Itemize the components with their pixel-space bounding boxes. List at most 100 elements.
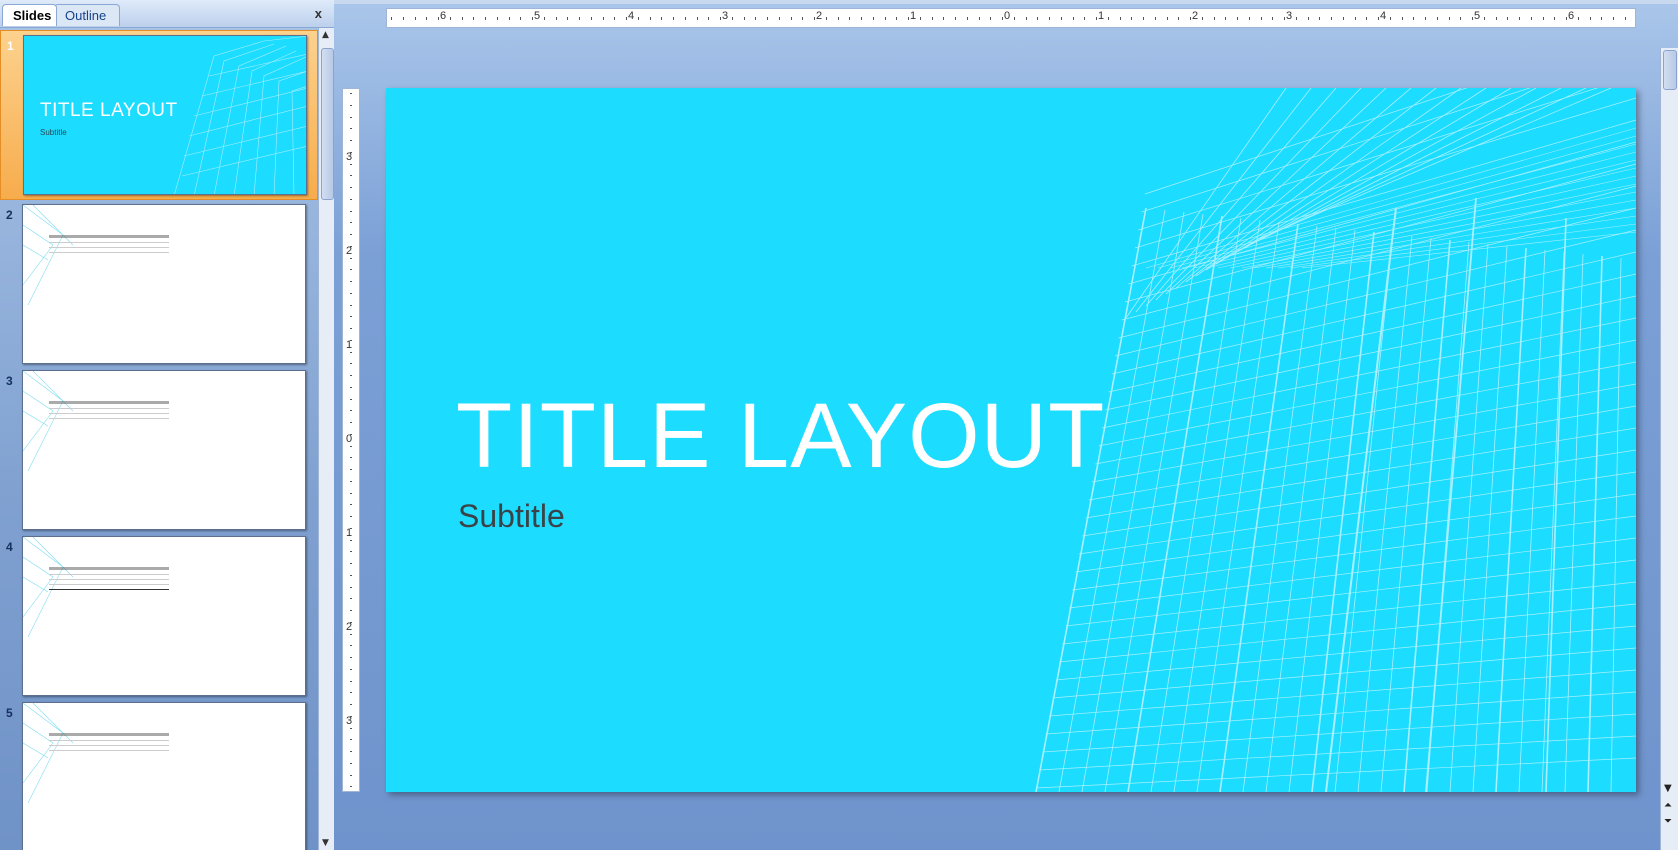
slide-number: 5 (6, 706, 13, 720)
ruler-tick (350, 762, 352, 764)
ruler-tick (350, 433, 352, 435)
scrollbar-thumb[interactable] (1663, 50, 1677, 90)
previous-slide-icon[interactable]: ⏶ (1664, 800, 1672, 811)
thumbnail-scrollbar[interactable]: ▲ ▼ (318, 28, 334, 850)
table-preview (49, 401, 169, 419)
ruler-tick (1237, 17, 1238, 20)
ruler-tick (350, 786, 352, 788)
ruler-tick (350, 610, 352, 611)
ruler-tick (579, 17, 580, 20)
tab-outline[interactable]: Outline (54, 4, 120, 26)
ruler-tick (350, 704, 352, 705)
slide-thumbnail-5[interactable]: 5 (0, 698, 318, 850)
ruler-tick (1002, 17, 1003, 20)
ruler-tick (1401, 17, 1403, 20)
ruler-tick (449, 17, 451, 20)
slide-subtitle[interactable]: Subtitle (458, 498, 565, 535)
horizontal-ruler[interactable]: 6 5 4 3 2 1 0 1 2 3 4 5 6 (386, 8, 1636, 28)
next-slide-icon[interactable]: ⏷ (1664, 816, 1672, 827)
slide-scrollbar[interactable]: ▼ ⏶ ⏷ (1660, 48, 1678, 850)
ruler-tick (943, 17, 945, 20)
vertical-ruler[interactable]: 3 2 1 0 1 2 3 (342, 88, 360, 792)
scroll-up-icon[interactable]: ▲ (322, 30, 329, 40)
ruler-tick (1519, 17, 1520, 20)
slide-thumbnail-1[interactable]: 1 TITLE LAYOUT Subtitle (0, 30, 318, 200)
ruler-tick (1307, 17, 1309, 20)
slide-title[interactable]: TITLE LAYOUT (456, 384, 1105, 489)
ruler-tick (350, 281, 352, 282)
ruler-tick (1495, 17, 1497, 20)
ruler-tick-label: 2 (1192, 10, 1199, 22)
ruler-tick-label: 1 (346, 527, 353, 539)
slide-preview[interactable] (22, 536, 306, 696)
ruler-tick (350, 198, 352, 200)
ruler-tick-label: 4 (628, 10, 635, 22)
ruler-tick (350, 621, 352, 623)
slide-preview[interactable] (22, 204, 306, 364)
building-corner-image (23, 703, 74, 803)
ruler-tick (1190, 17, 1191, 20)
ruler-tick (350, 574, 352, 576)
table-preview (49, 733, 169, 751)
ruler-tick (350, 351, 352, 353)
ruler-tick (555, 17, 557, 20)
scroll-down-icon[interactable]: ▼ (322, 838, 329, 848)
ruler-tick (567, 17, 569, 20)
ruler-tick (966, 17, 968, 20)
ruler-tick (684, 17, 686, 20)
ruler-tick (350, 304, 352, 306)
ruler-tick (350, 398, 352, 400)
slide-thumbnail-4[interactable]: 4 (0, 532, 318, 702)
ruler-tick (790, 17, 792, 20)
ruler-tick (743, 17, 745, 20)
ruler-tick (1507, 17, 1509, 20)
scroll-down-icon[interactable]: ▼ (1664, 783, 1672, 794)
ruler-tick (1025, 17, 1027, 20)
ruler-tick (350, 140, 352, 141)
ruler-tick-label: 4 (1380, 10, 1387, 22)
ruler-tick (350, 234, 352, 235)
ruler-tick (696, 17, 698, 20)
slide-thumbnail-3[interactable]: 3 (0, 366, 318, 536)
ruler-tick-label: 2 (816, 10, 823, 22)
ruler-tick (350, 469, 352, 470)
close-icon[interactable]: x (315, 6, 322, 21)
ruler-tick (1248, 17, 1250, 20)
ruler-tick-label: 1 (910, 10, 917, 22)
ruler-tick (350, 668, 352, 670)
slide-preview[interactable] (22, 370, 306, 530)
ruler-tick (402, 17, 404, 20)
ruler-tick (350, 128, 352, 130)
ruler-tick (602, 17, 604, 20)
ruler-tick (350, 563, 352, 564)
ruler-tick (1554, 17, 1556, 20)
ruler-tick (350, 269, 352, 271)
ruler-tick (1566, 17, 1567, 20)
ruler-tick (350, 222, 352, 224)
slide-thumbnail-list: 1 TITLE LAYOUT Subtitle 2 3 4 5 (0, 28, 318, 850)
ruler-tick (350, 445, 352, 447)
ruler-tick (1624, 17, 1626, 20)
ruler-tick (955, 17, 956, 20)
ruler-tick (438, 17, 439, 20)
ruler-tick (1178, 17, 1180, 20)
ruler-tick (1589, 17, 1591, 20)
current-slide[interactable]: TITLE LAYOUT Subtitle (386, 88, 1636, 792)
ruler-tick (350, 527, 352, 529)
ruler-tick (350, 422, 352, 423)
ruler-tick (1460, 17, 1462, 20)
ruler-tick (1084, 17, 1086, 20)
ruler-tick (1096, 17, 1097, 20)
scrollbar-thumb[interactable] (321, 48, 334, 200)
tab-slides[interactable]: Slides (2, 4, 57, 26)
ruler-tick (350, 586, 352, 588)
slide-thumbnail-2[interactable]: 2 (0, 200, 318, 370)
ruler-tick (350, 516, 352, 517)
ruler-tick (461, 17, 463, 20)
ribbon-edge (334, 0, 1678, 4)
ruler-tick (508, 17, 510, 20)
slide-preview[interactable]: TITLE LAYOUT Subtitle (23, 35, 307, 195)
ruler-tick (1448, 17, 1450, 20)
thumbnail-title: TITLE LAYOUT (40, 100, 178, 121)
slide-preview[interactable] (22, 702, 306, 850)
